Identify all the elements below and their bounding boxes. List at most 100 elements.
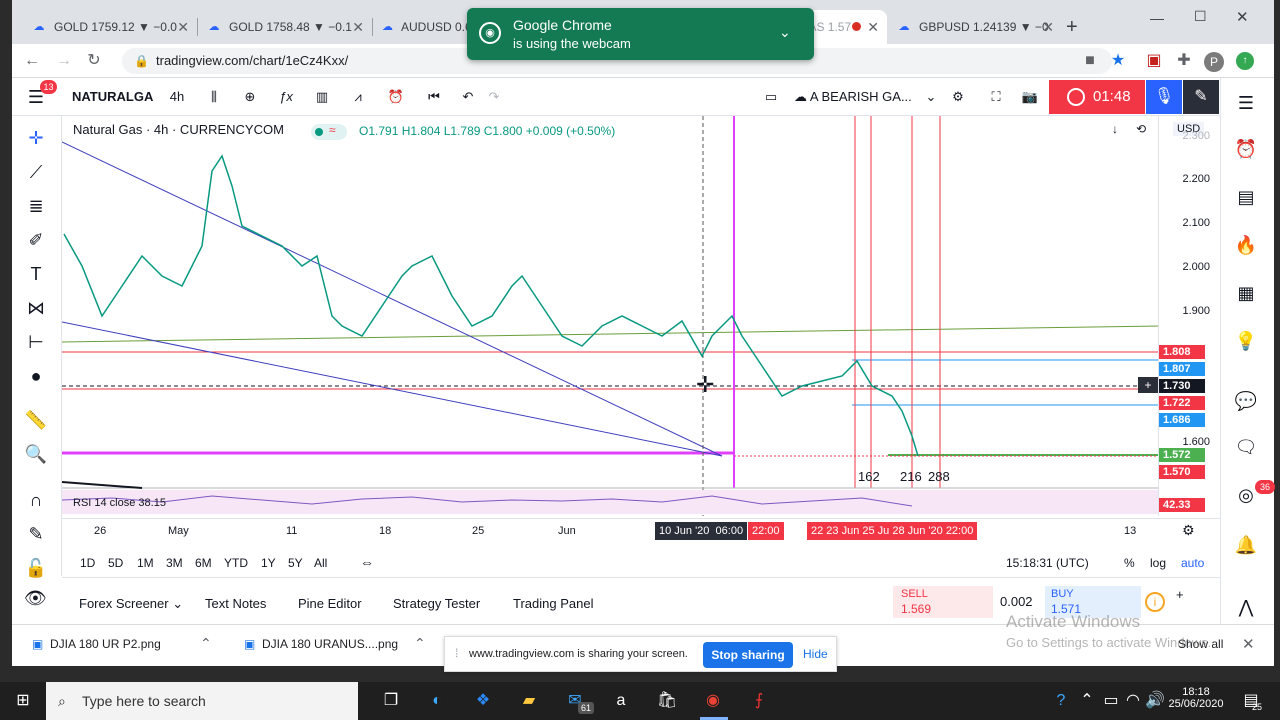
measure-icon[interactable]: ⊢ — [24, 330, 48, 354]
notifications-icon[interactable]: 🔔 — [1233, 532, 1259, 558]
range-1d[interactable]: 1D — [80, 556, 95, 570]
templates-icon[interactable]: ⩘ — [346, 86, 370, 108]
windows-start-icon[interactable]: ⊞ — [12, 690, 34, 712]
browser-tab[interactable]: ☁ GOLD 1759.12 ▼ −0.0 ✕ — [22, 10, 197, 44]
draw-pen-icon[interactable]: ✎ — [1183, 80, 1219, 114]
refresh-icon[interactable]: ⟲ — [1136, 122, 1146, 136]
update-icon[interactable]: ↑ — [1236, 52, 1254, 70]
network-icon[interactable]: ▭ — [1100, 690, 1122, 712]
color-dot-icon[interactable]: ● — [24, 364, 48, 388]
reload-button[interactable]: ↻ — [84, 51, 104, 71]
chat-icon[interactable]: 💬 — [1233, 388, 1259, 414]
lock-drawing-icon[interactable]: ✎ — [24, 522, 48, 546]
file-explorer-icon[interactable]: ▰ — [518, 690, 540, 712]
time-axis[interactable]: 26 May 11 18 25 Jun 13 10 Jun '20 06:00 … — [62, 518, 1220, 542]
microphone-icon[interactable]: 🎙 — [1146, 80, 1182, 114]
alerts-clock-icon[interactable]: ⏰ — [1233, 136, 1259, 162]
indicators-icon[interactable]: ƒx — [274, 86, 298, 108]
store-icon[interactable]: 🛍 — [656, 690, 678, 712]
window-close-button[interactable]: ✕ — [1236, 8, 1249, 26]
help-icon[interactable]: ? — [1050, 690, 1072, 712]
fib-icon[interactable]: ≣ — [24, 194, 48, 218]
settings-icon[interactable]: ⚙ — [946, 86, 970, 108]
scroll-down-icon[interactable]: ↓ — [1112, 122, 1118, 136]
calendar-icon[interactable]: ▦ — [1233, 280, 1259, 306]
chevron-down-icon[interactable]: ⌄ — [779, 24, 791, 41]
price-chart[interactable] — [61, 116, 1161, 516]
replay-icon[interactable]: ⏮ — [422, 86, 446, 108]
download-item[interactable]: ▣ DJIA 180 URANUS....png — [244, 637, 398, 651]
acrobat-icon[interactable]: ⨍ — [748, 690, 770, 712]
browser-tab[interactable]: ☁ AUDUSD 0.68 — [372, 10, 472, 44]
star-icon[interactable]: ★ — [1108, 51, 1128, 71]
range-6m[interactable]: 6M — [195, 556, 212, 570]
edge-icon[interactable]: ◐ — [426, 690, 448, 712]
range-5d[interactable]: 5D — [108, 556, 123, 570]
chevron-up-icon[interactable]: ⌃ — [414, 635, 426, 652]
settings-icon[interactable]: ⚙ — [1182, 522, 1195, 539]
forward-button[interactable]: → — [54, 51, 74, 71]
candle-style-icon[interactable]: ⫼ — [202, 86, 226, 108]
trendline-icon[interactable]: ⟋ — [24, 160, 48, 184]
tray-chevron-icon[interactable]: ⌃ — [1076, 690, 1098, 712]
log-scale[interactable]: log — [1150, 556, 1166, 570]
chevron-down-icon[interactable]: ⌄ — [924, 86, 938, 108]
tab-strategy-tester[interactable]: Strategy Tester — [393, 596, 480, 611]
redo-icon[interactable]: ↷ — [482, 86, 506, 108]
browser-tab[interactable]: ☁ GBPUSD 1.24139 ▼ −0 ✕ — [887, 10, 1062, 44]
task-view-icon[interactable]: ❐ — [380, 690, 402, 712]
dropbox-icon[interactable]: ❖ — [472, 690, 494, 712]
close-icon[interactable]: ✕ — [352, 19, 364, 36]
volume-icon[interactable]: 🔊 — [1144, 690, 1166, 712]
zoom-icon[interactable]: 🔍 — [24, 442, 48, 466]
close-icon[interactable]: ✕ — [177, 19, 189, 36]
drag-handle-icon[interactable]: ⁞ — [455, 646, 458, 660]
stop-sharing-button[interactable]: Stop sharing — [703, 642, 793, 668]
brush-icon[interactable]: ✐ — [24, 228, 48, 252]
camera-icon[interactable]: ■ — [1080, 51, 1100, 71]
price-axis[interactable]: USD 2.300 2.200 2.100 2.000 1.900 1.600 … — [1158, 116, 1220, 516]
extensions-icon[interactable]: ✚ — [1174, 51, 1194, 71]
text-icon[interactable]: T — [24, 262, 48, 286]
new-tab-button[interactable]: + — [1066, 16, 1078, 39]
expand-icon[interactable]: ⋀ — [1233, 594, 1259, 620]
percent-scale[interactable]: % — [1124, 556, 1135, 570]
tab-pine-editor[interactable]: Pine Editor — [298, 596, 362, 611]
symbol-search[interactable]: NATURALGA — [72, 86, 153, 108]
close-icon[interactable]: ✕ — [867, 19, 879, 36]
range-5y[interactable]: 5Y — [288, 556, 303, 570]
screenshot-icon[interactable]: 📷 — [1018, 86, 1042, 108]
sell-button[interactable]: SELL 1.569 — [893, 586, 993, 618]
range-3m[interactable]: 3M — [166, 556, 183, 570]
unlock-icon[interactable]: 🔓 — [24, 556, 48, 580]
interval-button[interactable]: 4h — [162, 86, 192, 108]
amazon-icon[interactable]: a — [610, 690, 632, 712]
close-icon[interactable]: ✕ — [1042, 19, 1054, 36]
pdf-extension-icon[interactable]: ▣ — [1144, 51, 1164, 71]
expand-panel-icon[interactable]: + — [1176, 587, 1184, 602]
fullscreen-icon[interactable]: ⛶ — [984, 86, 1008, 108]
date-range-icon[interactable]: ⇔ — [360, 554, 374, 570]
watchlist-icon[interactable]: ☰ — [1233, 90, 1259, 116]
taskbar-search[interactable]: ⌕ Type here to search — [46, 682, 358, 720]
hotlists-icon[interactable]: 🔥 — [1233, 232, 1259, 258]
back-button[interactable]: ← — [22, 51, 42, 71]
range-1y[interactable]: 1Y — [261, 556, 276, 570]
ruler-icon[interactable]: 📏 — [24, 408, 48, 432]
range-1m[interactable]: 1M — [137, 556, 154, 570]
layout-icon[interactable]: ▭ — [760, 86, 782, 108]
utc-clock[interactable]: 15:18:31 (UTC) — [1006, 556, 1089, 570]
alert-icon[interactable]: ⏰ — [384, 86, 408, 108]
data-window-icon[interactable]: ▤ — [1233, 184, 1259, 210]
chrome-icon[interactable]: ◉ — [702, 690, 724, 712]
wifi-icon[interactable]: ◠ — [1122, 690, 1144, 712]
compare-icon[interactable]: ⊕ — [238, 86, 262, 108]
minimize-button[interactable]: — — [1150, 10, 1164, 26]
eye-icon[interactable]: 👁 — [24, 588, 47, 609]
range-all[interactable]: All — [314, 556, 327, 570]
tab-text-notes[interactable]: Text Notes — [205, 596, 266, 611]
crosshair-icon[interactable]: ✛ — [24, 126, 48, 150]
profile-avatar[interactable]: P — [1204, 52, 1224, 72]
taskbar-clock[interactable]: 18:18 25/06/2020 — [1166, 686, 1226, 710]
range-ytd[interactable]: YTD — [224, 556, 248, 570]
